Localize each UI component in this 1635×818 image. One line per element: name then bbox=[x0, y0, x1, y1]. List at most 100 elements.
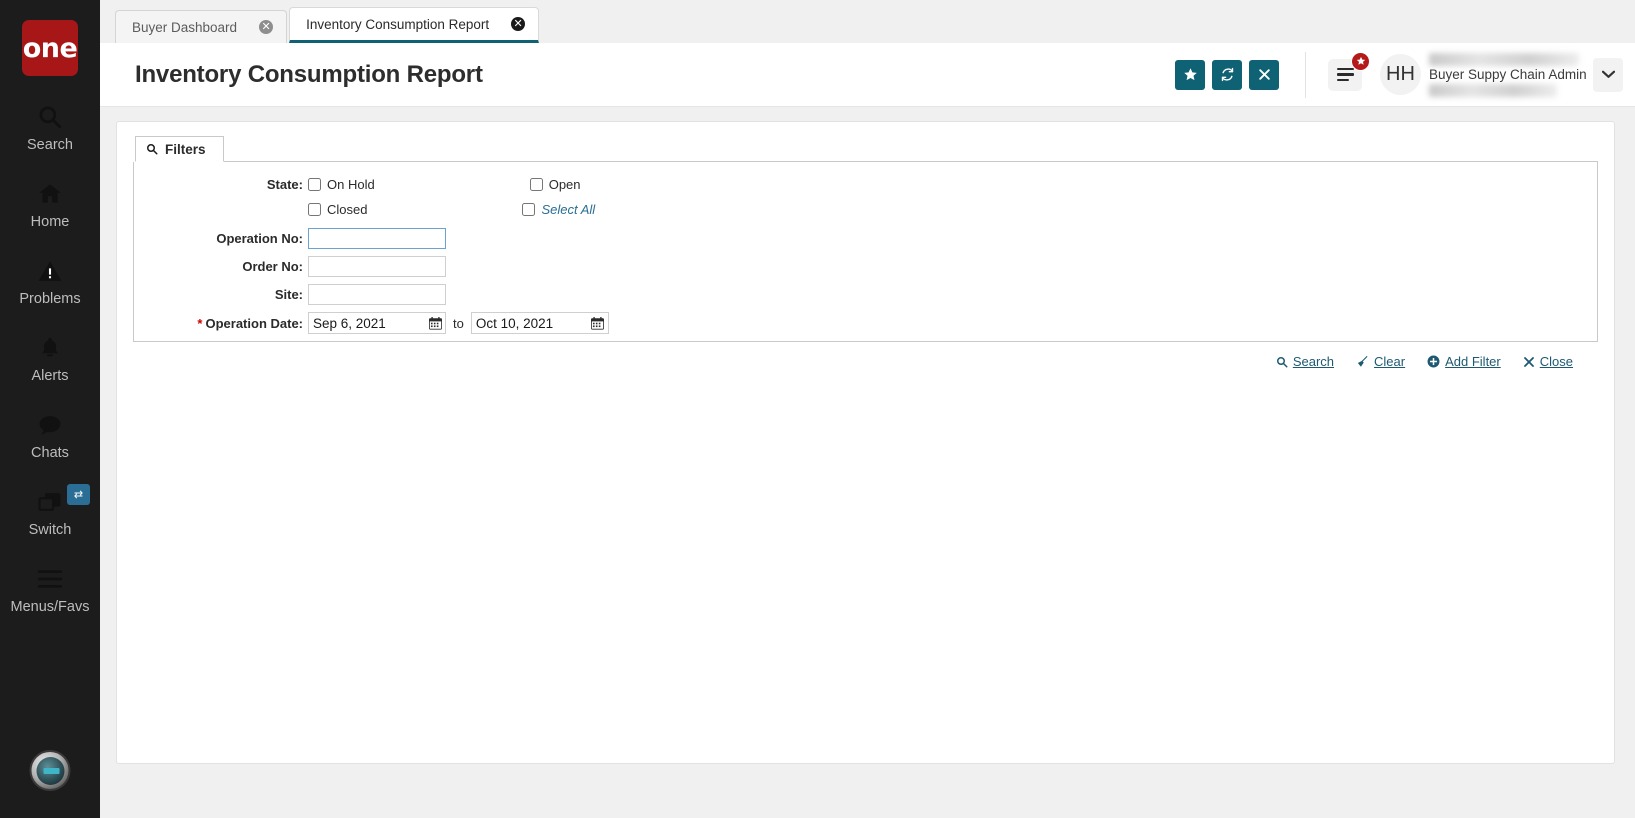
broom-icon bbox=[1356, 355, 1369, 368]
main-area: Buyer Dashboard ✕ Inventory Consumption … bbox=[100, 0, 1635, 818]
site-label: Site: bbox=[274, 286, 303, 302]
page-header: Inventory Consumption Report HH Buyer Su… bbox=[100, 43, 1635, 107]
app-root: one Search Home Problems Alerts Chats ⇄ … bbox=[0, 0, 1635, 818]
hamburger-menu-icon[interactable] bbox=[1328, 51, 1370, 91]
calendar-icon[interactable] bbox=[425, 316, 445, 330]
sidebar-item-alerts[interactable]: Alerts bbox=[0, 333, 100, 384]
checkbox-closed-label: Closed bbox=[327, 202, 368, 217]
state-label: State: bbox=[266, 177, 303, 192]
user-name: Buyer Suppy Chain Admin bbox=[1429, 67, 1587, 82]
order-no-input[interactable] bbox=[308, 255, 446, 277]
close-circle-icon[interactable]: ✕ bbox=[511, 17, 526, 31]
close-action-label: Close bbox=[1539, 354, 1573, 369]
checkbox-open-input[interactable] bbox=[529, 178, 543, 191]
checkbox-select-all-input[interactable] bbox=[522, 203, 536, 216]
operation-date-to-field[interactable] bbox=[470, 312, 609, 334]
sidebar-item-label: Alerts bbox=[31, 368, 69, 384]
report-card: Filters State: On Hold Open Closed Selec… bbox=[116, 121, 1615, 764]
search-action[interactable]: Search bbox=[1276, 354, 1334, 369]
close-action[interactable]: Close bbox=[1523, 354, 1573, 369]
filter-row-operation-no: Operation No: bbox=[148, 226, 1583, 250]
sidebar-item-menus-favs[interactable]: Menus/Favs bbox=[0, 564, 100, 615]
sidebar-item-label: Search bbox=[27, 137, 73, 153]
star-badge-icon bbox=[1351, 51, 1370, 71]
sidebar-item-home[interactable]: Home bbox=[0, 179, 100, 230]
hamburger-icon bbox=[36, 564, 64, 594]
operation-date-from-field[interactable] bbox=[308, 312, 446, 334]
switch-windows-icon bbox=[36, 487, 64, 517]
app-logo[interactable]: one bbox=[22, 20, 78, 76]
tab-inventory-consumption-report[interactable]: Inventory Consumption Report ✕ bbox=[289, 7, 540, 43]
select-all-link[interactable]: Select All bbox=[541, 202, 595, 217]
checkbox-on-hold[interactable]: On Hold bbox=[308, 177, 375, 192]
content-area: Filters State: On Hold Open Closed Selec… bbox=[100, 107, 1635, 818]
chevron-down-icon[interactable] bbox=[1593, 57, 1623, 92]
home-icon bbox=[36, 179, 64, 209]
close-button[interactable] bbox=[1249, 59, 1279, 90]
refresh-button[interactable] bbox=[1212, 59, 1242, 90]
tab-filters-label: Filters bbox=[165, 141, 206, 157]
sidebar-item-label: Chats bbox=[31, 445, 69, 461]
tab-label: Inventory Consumption Report bbox=[306, 16, 490, 32]
swap-arrows-icon[interactable]: ⇄ bbox=[67, 484, 90, 505]
filters-tab-row: Filters bbox=[135, 136, 1598, 162]
sidebar-item-label: Problems bbox=[19, 291, 81, 307]
x-icon bbox=[1523, 356, 1535, 368]
bell-icon bbox=[38, 333, 62, 363]
checkbox-open-label: Open bbox=[548, 177, 581, 192]
warning-icon bbox=[37, 256, 63, 286]
chat-icon bbox=[36, 410, 64, 440]
filter-row-order-no: Order No: bbox=[148, 254, 1583, 278]
tab-filters[interactable]: Filters bbox=[135, 136, 224, 162]
calendar-icon[interactable] bbox=[588, 316, 608, 330]
tab-label: Buyer Dashboard bbox=[132, 19, 238, 35]
tab-buyer-dashboard[interactable]: Buyer Dashboard ✕ bbox=[115, 10, 288, 43]
header-divider bbox=[1305, 51, 1306, 98]
sidebar-item-problems[interactable]: Problems bbox=[0, 256, 100, 307]
operation-date-from-input[interactable] bbox=[309, 315, 425, 331]
checkbox-on-hold-label: On Hold bbox=[327, 177, 375, 192]
filter-row-site: Site: bbox=[148, 282, 1583, 306]
checkbox-on-hold-input[interactable] bbox=[308, 178, 321, 191]
site-input[interactable] bbox=[308, 283, 446, 305]
plus-circle-icon bbox=[1427, 355, 1440, 368]
add-filter-action[interactable]: Add Filter bbox=[1427, 354, 1501, 369]
checkbox-closed[interactable]: Closed bbox=[308, 202, 367, 217]
sidebar-item-label: Menus/Favs bbox=[10, 599, 90, 615]
sidebar-item-switch[interactable]: ⇄ Switch bbox=[0, 484, 100, 538]
search-icon bbox=[1276, 356, 1288, 368]
required-asterisk: * bbox=[197, 315, 203, 331]
checkbox-open[interactable]: Open bbox=[529, 177, 581, 192]
operation-date-label: * Operation Date: bbox=[148, 316, 308, 331]
date-range-separator: to bbox=[453, 315, 464, 331]
filter-actions: Search Clear Add Filter Close bbox=[148, 340, 1583, 369]
search-action-label: Search bbox=[1292, 354, 1335, 369]
operation-date-to-input[interactable] bbox=[471, 315, 588, 331]
operation-no-label: Operation No: bbox=[216, 230, 303, 246]
avatar[interactable]: HH bbox=[1380, 54, 1421, 95]
sidebar-item-chats[interactable]: Chats bbox=[0, 410, 100, 461]
filter-row-operation-date: * Operation Date: Sep 6, 2021 to Oct 10,… bbox=[148, 310, 1583, 336]
page-title: Inventory Consumption Report bbox=[135, 60, 483, 88]
close-circle-icon[interactable]: ✕ bbox=[259, 20, 274, 34]
checkbox-closed-input[interactable] bbox=[308, 203, 321, 216]
order-no-label: Order No: bbox=[242, 258, 303, 274]
robot-avatar-icon[interactable] bbox=[29, 750, 71, 791]
filter-row-state-2: Closed Select All bbox=[148, 199, 1583, 220]
checkbox-select-all[interactable]: Select All bbox=[522, 202, 595, 217]
filters-body: State: On Hold Open Closed Select All Op… bbox=[133, 162, 1598, 369]
sidebar-item-label: Switch bbox=[28, 522, 72, 538]
redacted-text-bottom bbox=[1429, 83, 1557, 97]
clear-action[interactable]: Clear bbox=[1356, 354, 1405, 369]
sidebar-item-label: Home bbox=[30, 214, 70, 230]
operation-no-input[interactable] bbox=[308, 227, 446, 249]
operation-date-label-text: Operation Date: bbox=[205, 315, 303, 331]
tab-strip: Buyer Dashboard ✕ Inventory Consumption … bbox=[100, 0, 1635, 43]
favorite-button[interactable] bbox=[1175, 59, 1205, 90]
clear-action-label: Clear bbox=[1374, 354, 1406, 369]
user-menu[interactable]: Buyer Suppy Chain Admin bbox=[1429, 52, 1587, 97]
search-icon bbox=[37, 102, 63, 132]
sidebar-item-search[interactable]: Search bbox=[0, 102, 100, 153]
add-filter-action-label: Add Filter bbox=[1445, 354, 1501, 369]
search-icon bbox=[146, 143, 158, 155]
